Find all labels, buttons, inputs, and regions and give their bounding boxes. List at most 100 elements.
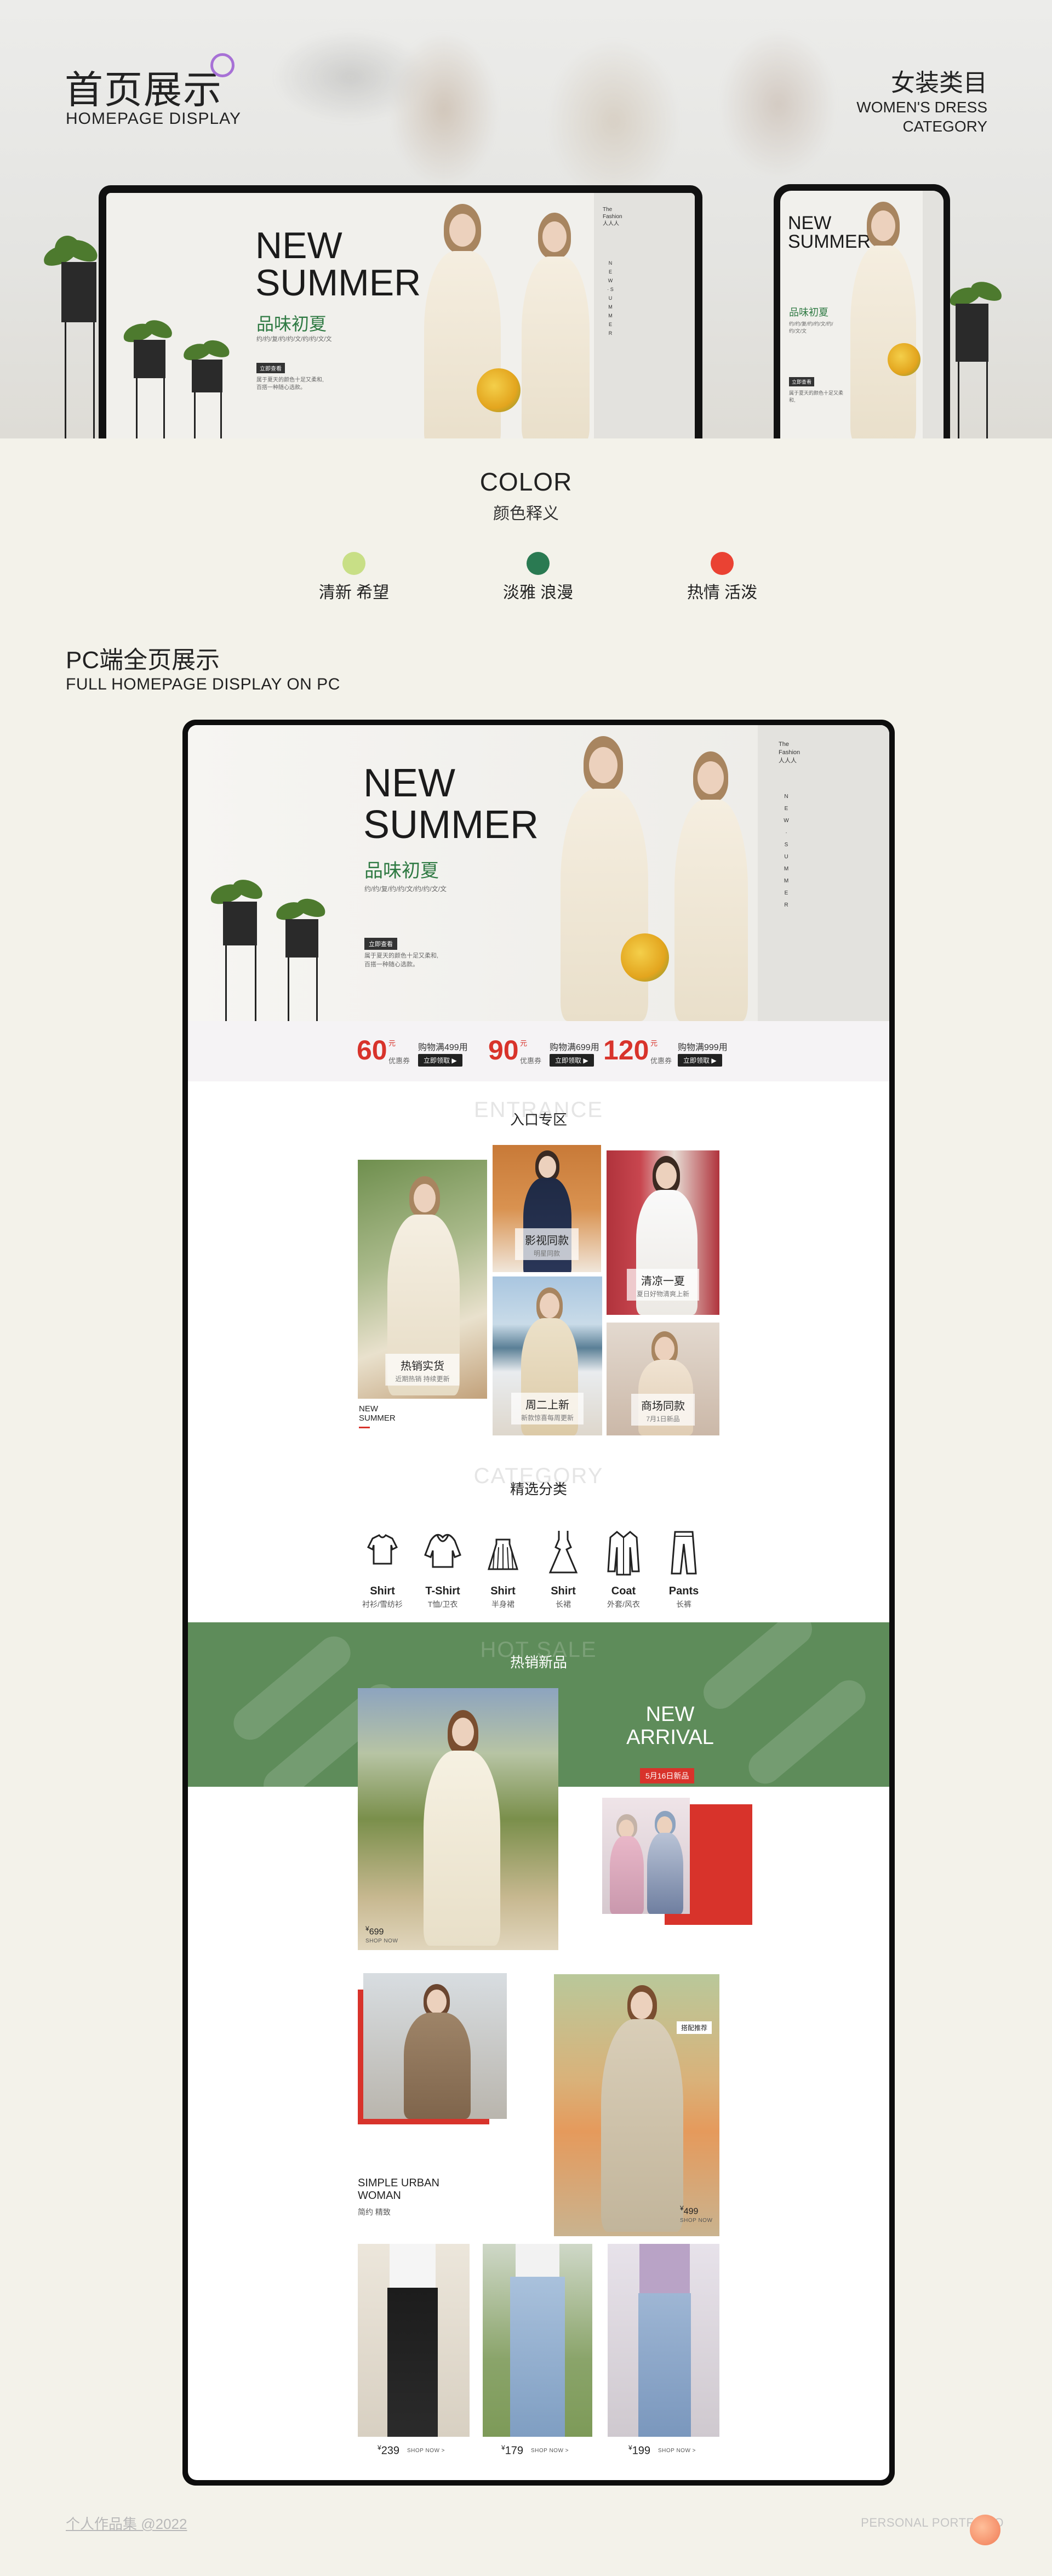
category-en-label: Shirt [370, 1585, 395, 1597]
swatch-fresh [342, 552, 365, 575]
category-title-en-line2: CATEGORY [902, 118, 987, 135]
banner-model-2 [512, 213, 594, 438]
laptop-mockup: NEW SUMMER 品味初夏 约/约/复/约/约/文/约/约/文/文 立即查看… [99, 185, 702, 438]
hot-product-urban[interactable] [363, 1973, 507, 2119]
entrance-caption-underline [359, 1427, 370, 1428]
banner-view-button[interactable]: 立即查看 [256, 363, 285, 373]
pc-banner: NEW SUMMER 品味初夏 约/约/复/约/约/文/约/约/文/文 立即查看… [188, 725, 889, 1021]
entrance-tile-tuesday-new[interactable]: 周二上新 新款惊喜每周更新 [493, 1276, 602, 1435]
color-subtitle: 颜色释义 [493, 505, 559, 523]
banner-small-copy: 约/约/复/约/约/文/约/约/文/文 [256, 336, 332, 343]
banner-side-line2: Fashion [603, 214, 622, 220]
tile-subtitle: 夏日好物清爽上新 [636, 1290, 690, 1298]
category-zh-label: 长裙 [556, 1600, 571, 1609]
swatch-passion [711, 552, 734, 575]
urban-zh: 简约 精致 [358, 2208, 391, 2216]
pc-monitor-mockup: NEW SUMMER 品味初夏 约/约/复/约/约/文/约/约/文/文 立即查看… [182, 720, 895, 2486]
bottom-price-2: 179 [505, 2444, 524, 2457]
bottom-shop-now-2[interactable]: SHOP NOW > [531, 2448, 569, 2454]
banner-body-line2: 百搭一种随心选款。 [256, 385, 306, 391]
category-zh-label: 外套/风衣 [607, 1600, 640, 1609]
phone-view-button[interactable]: 立即查看 [789, 377, 815, 386]
category-item-skirt[interactable]: Shirt 半身裙 [478, 1525, 528, 1610]
coupon-claim-button[interactable]: 立即领取 ▶ [550, 1054, 594, 1067]
coupon-condition: 购物满699用 [550, 1043, 599, 1052]
category-item-tshirt[interactable]: T-Shirt T恤/卫衣 [418, 1525, 467, 1610]
swatch-elegant [527, 552, 550, 575]
pc-banner-small-copy: 约/约/复/约/约/文/约/约/文/文 [364, 885, 447, 893]
pc-banner-plant-stand [204, 875, 341, 1021]
trench-shop-now[interactable]: SHOP NOW [680, 2218, 712, 2224]
urban-line2: WOMAN [358, 2190, 401, 2202]
coupon-120[interactable]: 120 元 优惠券 购物满999用 立即领取 ▶ [603, 1034, 768, 1067]
hot-product-hero[interactable]: ¥699 SHOP NOW [358, 1688, 558, 1950]
bottom-shop-now-3[interactable]: SHOP NOW > [658, 2448, 696, 2454]
category-zh-label: 半身裙 [491, 1600, 514, 1609]
banner-side-line1: The [603, 207, 613, 213]
entrance-heading: 入口专区 [510, 1112, 567, 1128]
tile-subtitle: 7月1日新品 [646, 1415, 680, 1423]
hot-product-trench[interactable]: 搭配推荐 ¥499 SHOP NOW [554, 1974, 719, 2236]
category-heading: 精选分类 [510, 1481, 567, 1497]
color-title: COLOR [479, 468, 573, 496]
coupon-claim-button[interactable]: 立即领取 ▶ [418, 1054, 462, 1067]
category-item-coat[interactable]: Coat 外套/风衣 [599, 1525, 648, 1610]
coupon-unit: 元 [388, 1039, 396, 1047]
tile-title: 商场同款 [641, 1400, 685, 1412]
entrance-tile-cool-summer[interactable]: 清凉一夏 夏日好物清爽上新 [607, 1150, 719, 1315]
entrance-tile-celebrity[interactable]: 影视同款 明星同款 [493, 1145, 601, 1272]
pc-banner-body-line1: 属于夏天的颜色十足又柔和, [364, 953, 439, 959]
new-arrival-date-badge: 5月16日新品 [640, 1768, 695, 1783]
bottom-product-black-pants[interactable] [358, 2244, 470, 2437]
entrance-tile-mall-same[interactable]: 商场同款 7月1日新品 [607, 1323, 719, 1435]
pc-banner-body-line2: 百搭一种随心选款。 [364, 961, 419, 968]
pc-banner-view-button[interactable]: 立即查看 [364, 938, 397, 950]
category-item-dress[interactable]: Shirt 长裙 [539, 1525, 588, 1610]
tile-subtitle: 新款惊喜每周更新 [521, 1414, 574, 1422]
plant-stand-right [944, 277, 1009, 438]
phone-mockup: NEW SUMMER 品味初夏 约/约/复/约/约/文/约/约/文/文 立即查看… [774, 184, 950, 438]
coupon-claim-button[interactable]: 立即领取 ▶ [678, 1054, 722, 1067]
footer-portfolio-zh[interactable]: 个人作品集 @2022 [66, 2513, 187, 2533]
coupon-amount: 60 [357, 1035, 387, 1065]
category-en-label: Shirt [490, 1585, 516, 1597]
tile-subtitle: 近期热销 持续更新 [395, 1375, 450, 1383]
bottom-product-blue-jeans[interactable] [483, 2244, 592, 2437]
phone-model [845, 202, 922, 438]
tshirt-icon [424, 1534, 461, 1568]
pc-banner-tagline: 品味初夏 [364, 860, 439, 881]
category-item-shirt[interactable]: Shirt 衬衫/雪纺衫 [358, 1525, 407, 1610]
coupon-type: 优惠券 [388, 1057, 410, 1065]
phone-side-panel [923, 191, 944, 438]
entrance-tile-hot-real[interactable]: 热销实货 近期热销 持续更新 [358, 1160, 487, 1399]
swatch-passion-label: 热情 活泼 [687, 584, 758, 602]
homepage-title-zh: 首页展示 [65, 69, 222, 111]
category-en-label: Pants [668, 1585, 699, 1597]
hot-product-shop-now[interactable]: SHOP NOW [365, 1938, 398, 1944]
phone-tagline: 品味初夏 [789, 307, 828, 318]
coupon-amount: 120 [603, 1035, 649, 1065]
pc-banner-model-2 [665, 751, 752, 1021]
entrance-caption-line2: SUMMER [359, 1413, 396, 1423]
banner-headline-line1: NEW [255, 225, 342, 266]
coat-icon [607, 1531, 640, 1576]
tile-title: 清凉一夏 [641, 1275, 685, 1287]
phone-small-copy: 约/约/复/约/约/文/约/约/文/文 [789, 321, 833, 334]
category-item-pants[interactable]: Pants 长裤 [659, 1525, 708, 1610]
category-zh-label: 长裤 [676, 1600, 691, 1609]
swatch-fresh-label: 清新 希望 [318, 584, 390, 602]
bottom-price-3: 199 [632, 2444, 651, 2457]
bottom-price-1: 239 [381, 2444, 400, 2457]
bottom-product-straight-jeans[interactable] [608, 2244, 719, 2437]
coupon-condition: 购物满999用 [678, 1043, 728, 1052]
urban-line1: SIMPLE URBAN [358, 2177, 439, 2189]
laptop-screen-banner: NEW SUMMER 品味初夏 约/约/复/约/约/文/约/约/文/文 立即查看… [106, 193, 695, 438]
coupon-type: 优惠券 [650, 1057, 672, 1065]
hot-sale-heading: 热销新品 [510, 1654, 567, 1671]
pc-homepage: NEW SUMMER 品味初夏 约/约/复/约/约/文/约/约/文/文 立即查看… [188, 725, 889, 2480]
category-en-label: T-Shirt [425, 1585, 460, 1597]
recommend-tag: 搭配推荐 [676, 2021, 712, 2034]
hot-product-duo[interactable] [602, 1798, 690, 1914]
bottom-shop-now-1[interactable]: SHOP NOW > [407, 2448, 445, 2454]
banner-side-line3: 人人人 [603, 221, 619, 227]
